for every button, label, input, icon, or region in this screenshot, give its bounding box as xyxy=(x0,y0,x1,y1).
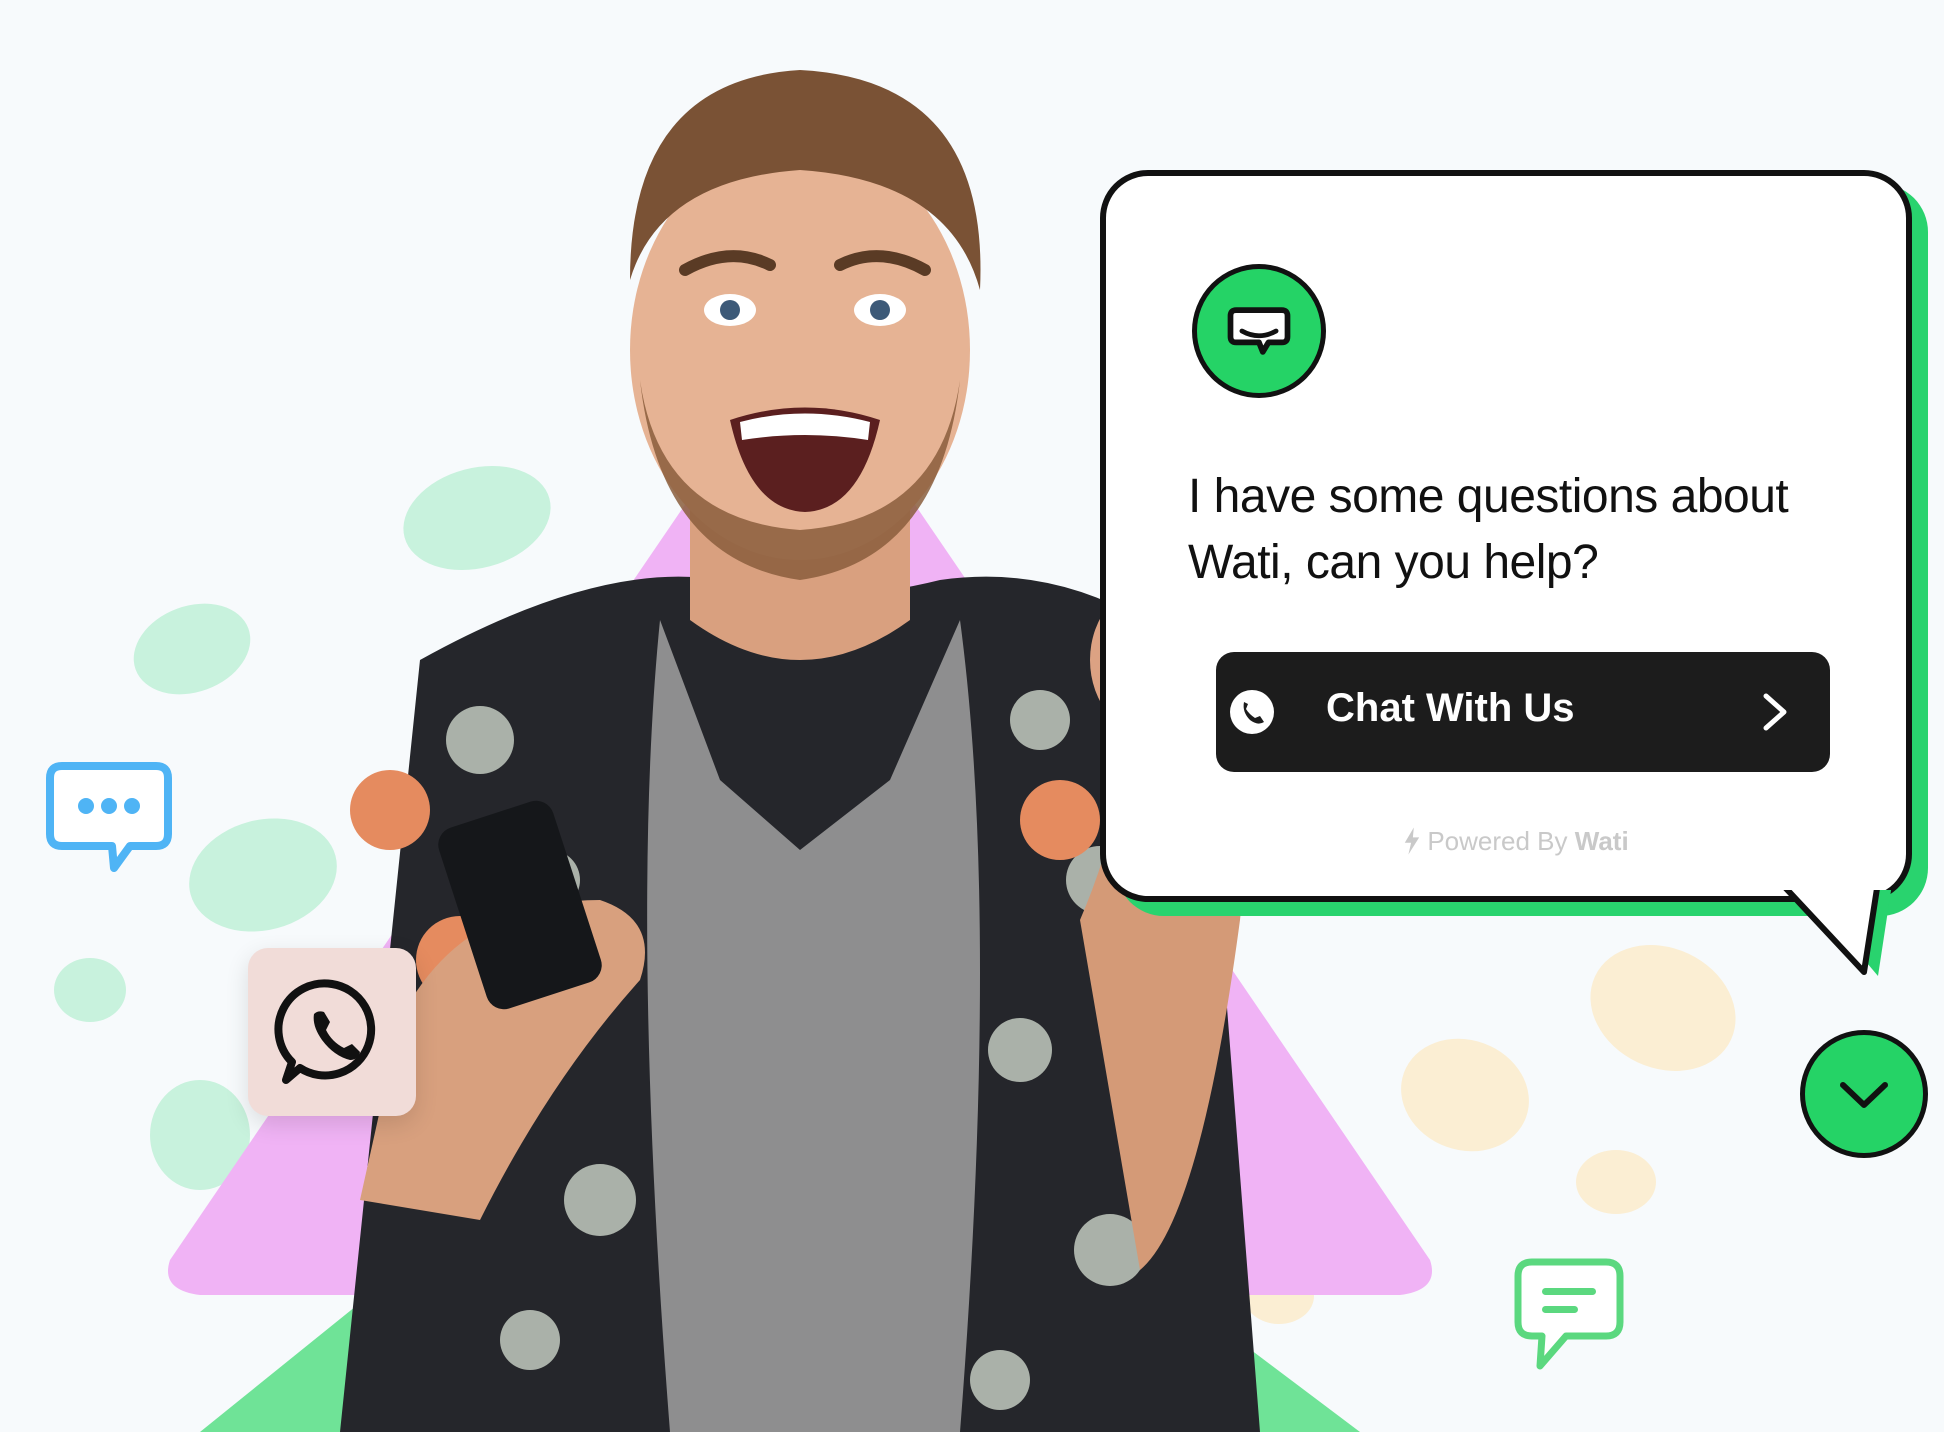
collapse-widget-button[interactable] xyxy=(1800,1030,1928,1158)
whatsapp-icon xyxy=(274,979,376,1084)
chat-logo xyxy=(1192,264,1326,398)
whatsapp-tile[interactable] xyxy=(248,948,416,1116)
decor-blob xyxy=(1576,1150,1656,1214)
lightning-icon xyxy=(1405,827,1420,855)
chat-lines-icon xyxy=(1514,1258,1624,1370)
chevron-right-icon xyxy=(1763,693,1787,731)
chevron-down-icon xyxy=(1840,1082,1888,1108)
powered-brand[interactable]: Wati xyxy=(1575,826,1629,856)
powered-by: Powered By Wati xyxy=(1366,826,1666,857)
chat-button-label: Chat With Us xyxy=(1326,686,1575,730)
chat-widget: I have some questions about Wati, can yo… xyxy=(1100,170,1930,976)
chat-bubble-icon xyxy=(1227,307,1291,355)
decor-blob xyxy=(54,958,126,1022)
whatsapp-phone-icon xyxy=(1230,690,1274,734)
chat-question-line2: Wati, can you help? xyxy=(1188,536,1599,589)
chat-bubble-tail xyxy=(1783,890,1892,976)
chat-with-us-button[interactable]: Chat With Us xyxy=(1216,652,1830,772)
chat-card: I have some questions about Wati, can yo… xyxy=(1100,170,1912,902)
powered-prefix: Powered By xyxy=(1427,826,1568,856)
chat-question-line1: I have some questions about xyxy=(1188,470,1789,523)
chat-dots-icon xyxy=(46,762,172,872)
chat-question: I have some questions about Wati, can yo… xyxy=(1188,464,1868,596)
